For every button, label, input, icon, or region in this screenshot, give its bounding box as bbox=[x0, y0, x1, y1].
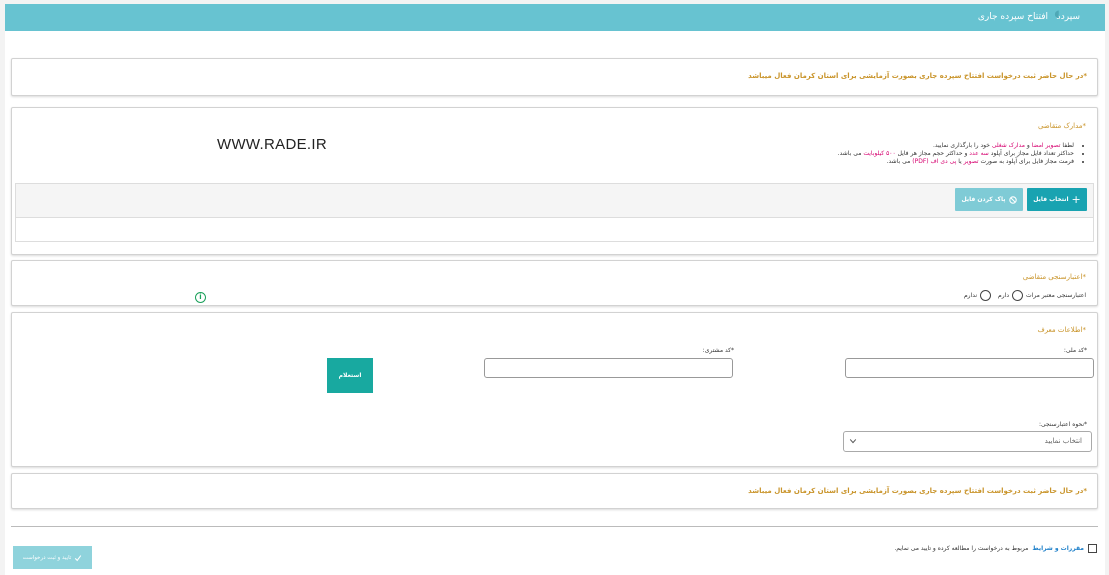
referrer-title: *اطلاعات معرف bbox=[1037, 326, 1086, 334]
plus-icon: + bbox=[1071, 193, 1081, 206]
submit-button[interactable]: تایید و ثبت درخواست bbox=[13, 546, 92, 569]
customer-code-label: *کد مشتری: bbox=[702, 347, 734, 354]
file-drop-area[interactable] bbox=[15, 218, 1094, 242]
terms-row: مقررات و شرایط مربوط به درخواست را مطالع… bbox=[894, 544, 1097, 553]
divider bbox=[11, 526, 1098, 527]
notice-card-top: *در حال حاضر ثبت درخواست افتتاح سپرده جا… bbox=[11, 58, 1098, 96]
upload-toolbar bbox=[15, 183, 1094, 218]
notice-card-bottom: *در حال حاضر ثبت درخواست افتتاح سپرده جا… bbox=[11, 473, 1098, 509]
customer-code-input[interactable] bbox=[484, 358, 733, 378]
header-bar: سپرده ◖ افتتاح سپرده جاری bbox=[5, 4, 1105, 31]
choose-file-button[interactable]: + انتخاب فایل bbox=[1027, 188, 1087, 211]
instruction-item: فرمت مجاز فایل برای آپلود به صورت تصویر … bbox=[838, 158, 1074, 166]
terms-text: مربوط به درخواست را مطالعه کرده و تایید … bbox=[894, 545, 1029, 552]
submit-label: تایید و ثبت درخواست bbox=[22, 554, 72, 561]
terms-checkbox[interactable] bbox=[1088, 544, 1097, 553]
terms-link[interactable]: مقررات و شرایط bbox=[1032, 545, 1084, 552]
info-icon[interactable]: i bbox=[195, 292, 206, 303]
credit-title: *اعتبارسنجی متقاضی bbox=[1022, 273, 1086, 281]
national-code-input[interactable] bbox=[845, 358, 1094, 378]
choose-file-label: انتخاب فایل bbox=[1033, 196, 1069, 203]
inquiry-button[interactable]: استعلام bbox=[327, 358, 373, 393]
chevron-down-icon bbox=[849, 439, 857, 444]
credit-method-select[interactable]: انتخاب نمایید bbox=[843, 431, 1092, 452]
clear-file-label: پاک کردن فایل bbox=[961, 196, 1006, 203]
clear-file-button[interactable]: پاک کردن فایل bbox=[955, 188, 1023, 211]
watermark: WWW.RADE.IR bbox=[217, 136, 327, 153]
radio-yes-label: دارم bbox=[998, 292, 1009, 299]
method-label: *نحوه اعتبارسنجی: bbox=[1038, 421, 1087, 428]
check-icon bbox=[75, 554, 82, 561]
radio-no-label: ندارم bbox=[963, 292, 978, 299]
credit-options: اعتبارسنجی معتبر مرات دارم ندارم bbox=[964, 290, 1086, 301]
notice-text: *در حال حاضر ثبت درخواست افتتاح سپرده جا… bbox=[748, 487, 1087, 495]
credit-question: اعتبارسنجی معتبر مرات bbox=[1026, 292, 1086, 299]
instruction-item: حداکثر تعداد فایل مجاز برای آپلود سه عدد… bbox=[838, 150, 1074, 158]
method-selected-value: انتخاب نمایید bbox=[1044, 437, 1082, 445]
documents-title: *مدارک متقاضی bbox=[1037, 122, 1086, 130]
referrer-card: *اطلاعات معرف *کد ملی: *کد مشتری: استعلا… bbox=[11, 312, 1098, 467]
radio-yes[interactable] bbox=[1012, 290, 1023, 301]
radio-no[interactable] bbox=[980, 290, 992, 301]
instruction-item: لطفا تصویر امضا و مدارک شغلی خود را بارگ… bbox=[838, 142, 1074, 150]
breadcrumb-separator-icon: ◖ bbox=[1054, 9, 1060, 20]
breadcrumb-current: افتتاح سپرده جاری bbox=[977, 12, 1048, 22]
documents-card: *مدارک متقاضی لطفا تصویر امضا و مدارک شغ… bbox=[11, 107, 1098, 255]
notice-text: *در حال حاضر ثبت درخواست افتتاح سپرده جا… bbox=[748, 72, 1087, 80]
national-code-label: *کد ملی: bbox=[1063, 347, 1087, 354]
ban-icon bbox=[1008, 195, 1017, 204]
documents-instructions: لطفا تصویر امضا و مدارک شغلی خود را بارگ… bbox=[838, 142, 1086, 166]
credit-card: *اعتبارسنجی متقاضی اعتبارسنجی معتبر مرات… bbox=[11, 260, 1098, 306]
